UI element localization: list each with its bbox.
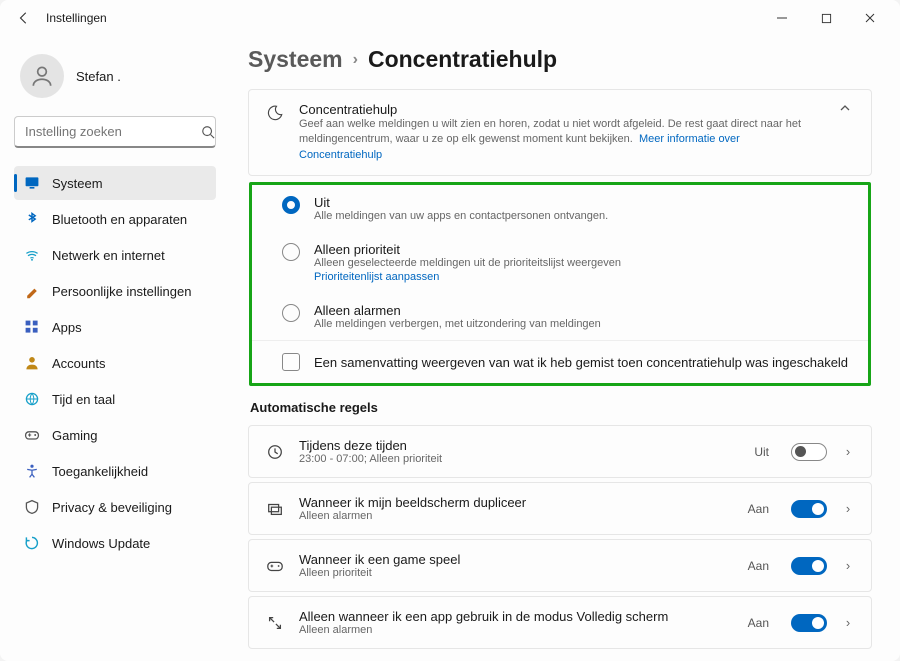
rule-subtitle: Alleen prioriteit xyxy=(299,567,734,579)
priority-list-link[interactable]: Prioriteitenlijst aanpassen xyxy=(314,271,850,283)
rule-fullscreen[interactable]: Alleen wanneer ik een app gebruik in de … xyxy=(248,596,872,649)
duplicate-icon xyxy=(265,500,285,518)
chevron-right-icon: › xyxy=(841,558,855,573)
sidebar-item-label: Windows Update xyxy=(52,536,150,551)
focus-option-0[interactable]: Uit Alle meldingen van uw apps en contac… xyxy=(252,185,868,232)
sidebar-item-bluetooth-en-apparaten[interactable]: Bluetooth en apparaten xyxy=(14,202,216,236)
apps-icon xyxy=(24,319,40,335)
toggle-switch[interactable] xyxy=(791,500,827,518)
toggle-switch[interactable] xyxy=(791,443,827,461)
game-icon xyxy=(265,557,285,575)
option-subtitle: Alle meldingen van uw apps en contactper… xyxy=(314,210,850,222)
search-input[interactable] xyxy=(25,124,201,139)
sidebar-item-netwerk-en-internet[interactable]: Netwerk en internet xyxy=(14,238,216,272)
rule-state: Uit xyxy=(754,445,769,459)
rule-state: Aan xyxy=(748,559,769,573)
maximize-button[interactable] xyxy=(804,2,848,34)
rule-title: Wanneer ik een game speel xyxy=(299,552,734,567)
breadcrumb-parent[interactable]: Systeem xyxy=(248,46,343,73)
sidebar-item-label: Netwerk en internet xyxy=(52,248,165,263)
chevron-right-icon: › xyxy=(841,444,855,459)
sidebar-item-gaming[interactable]: Gaming xyxy=(14,418,216,452)
globe-icon xyxy=(24,391,40,407)
sidebar-item-label: Gaming xyxy=(52,428,98,443)
gaming-icon xyxy=(24,427,40,443)
sidebar-item-label: Bluetooth en apparaten xyxy=(52,212,187,227)
expander-title: Concentratiehulp xyxy=(299,102,821,117)
sidebar-item-windows-update[interactable]: Windows Update xyxy=(14,526,216,560)
option-title: Alleen alarmen xyxy=(314,303,850,318)
option-subtitle: Alleen geselecteerde meldingen uit de pr… xyxy=(314,257,850,269)
rule-state: Aan xyxy=(748,502,769,516)
chevron-up-icon xyxy=(835,102,855,114)
sidebar-item-toegankelijkheid[interactable]: Toegankelijkheid xyxy=(14,454,216,488)
checkbox[interactable] xyxy=(282,353,300,371)
sidebar-item-accounts[interactable]: Accounts xyxy=(14,346,216,380)
radio-button[interactable] xyxy=(282,304,300,322)
sidebar-item-persoonlijke-instellingen[interactable]: Persoonlijke instellingen xyxy=(14,274,216,308)
rule-duplicate[interactable]: Wanneer ik mijn beeldscherm dupliceer Al… xyxy=(248,482,872,535)
rule-clock[interactable]: Tijdens deze tijden 23:00 - 07:00; Allee… xyxy=(248,425,872,478)
rule-subtitle: Alleen alarmen xyxy=(299,510,734,522)
chevron-right-icon: › xyxy=(841,501,855,516)
shield-icon xyxy=(24,499,40,515)
moon-icon xyxy=(265,102,285,122)
rule-state: Aan xyxy=(748,616,769,630)
wifi-icon xyxy=(24,247,40,263)
sidebar-item-label: Tijd en taal xyxy=(52,392,115,407)
fullscreen-icon xyxy=(265,614,285,632)
sidebar-item-label: Toegankelijkheid xyxy=(52,464,148,479)
back-button[interactable] xyxy=(8,2,40,34)
chevron-right-icon: › xyxy=(841,615,855,630)
minimize-button[interactable] xyxy=(760,2,804,34)
search-box[interactable] xyxy=(14,116,216,148)
radio-button[interactable] xyxy=(282,196,300,214)
option-subtitle: Alle meldingen verbergen, met uitzonderi… xyxy=(314,318,850,330)
sidebar-item-privacy-beveiliging[interactable]: Privacy & beveiliging xyxy=(14,490,216,524)
page-title: Concentratiehulp xyxy=(368,46,557,73)
sidebar-item-label: Accounts xyxy=(52,356,105,371)
window-title: Instellingen xyxy=(46,11,107,25)
rule-title: Alleen wanneer ik een app gebruik in de … xyxy=(299,609,734,624)
update-icon xyxy=(24,535,40,551)
focus-assist-expander[interactable]: Concentratiehulp Geef aan welke meldinge… xyxy=(249,90,871,175)
radio-button[interactable] xyxy=(282,243,300,261)
person-icon xyxy=(24,355,40,371)
focus-option-1[interactable]: Alleen prioriteit Alleen geselecteerde m… xyxy=(252,232,868,293)
profile-name: Stefan . xyxy=(76,69,121,84)
option-title: Alleen prioriteit xyxy=(314,242,850,257)
focus-option-2[interactable]: Alleen alarmen Alle meldingen verbergen,… xyxy=(252,293,868,340)
rule-title: Tijdens deze tijden xyxy=(299,438,740,453)
sidebar-item-tijd-en-taal[interactable]: Tijd en taal xyxy=(14,382,216,416)
checkbox-label: Een samenvatting weergeven van wat ik he… xyxy=(314,355,848,370)
sidebar-item-apps[interactable]: Apps xyxy=(14,310,216,344)
option-title: Uit xyxy=(314,195,850,210)
toggle-switch[interactable] xyxy=(791,557,827,575)
sidebar-item-label: Privacy & beveiliging xyxy=(52,500,172,515)
brush-icon xyxy=(24,283,40,299)
summary-checkbox-row[interactable]: Een samenvatting weergeven van wat ik he… xyxy=(252,340,868,383)
chevron-right-icon: › xyxy=(353,51,358,69)
clock-icon xyxy=(265,443,285,461)
breadcrumb: Systeem › Concentratiehulp xyxy=(248,46,872,73)
close-button[interactable] xyxy=(848,2,892,34)
rule-subtitle: 23:00 - 07:00; Alleen prioriteit xyxy=(299,453,740,465)
rule-subtitle: Alleen alarmen xyxy=(299,624,734,636)
sidebar-item-label: Apps xyxy=(52,320,82,335)
sidebar-item-systeem[interactable]: Systeem xyxy=(14,166,216,200)
toggle-switch[interactable] xyxy=(791,614,827,632)
expander-subtitle: Geef aan welke meldingen u wilt zien en … xyxy=(299,117,821,163)
sidebar-item-label: Systeem xyxy=(52,176,103,191)
rule-game[interactable]: Wanneer ik een game speel Alleen priorit… xyxy=(248,539,872,592)
avatar xyxy=(20,54,64,98)
profile[interactable]: Stefan . xyxy=(14,44,216,116)
search-icon xyxy=(201,125,215,139)
monitor-icon xyxy=(24,175,40,191)
rule-title: Wanneer ik mijn beeldscherm dupliceer xyxy=(299,495,734,510)
bluetooth-icon xyxy=(24,211,40,227)
rules-header: Automatische regels xyxy=(250,400,872,415)
accessibility-icon xyxy=(24,463,40,479)
sidebar-item-label: Persoonlijke instellingen xyxy=(52,284,191,299)
